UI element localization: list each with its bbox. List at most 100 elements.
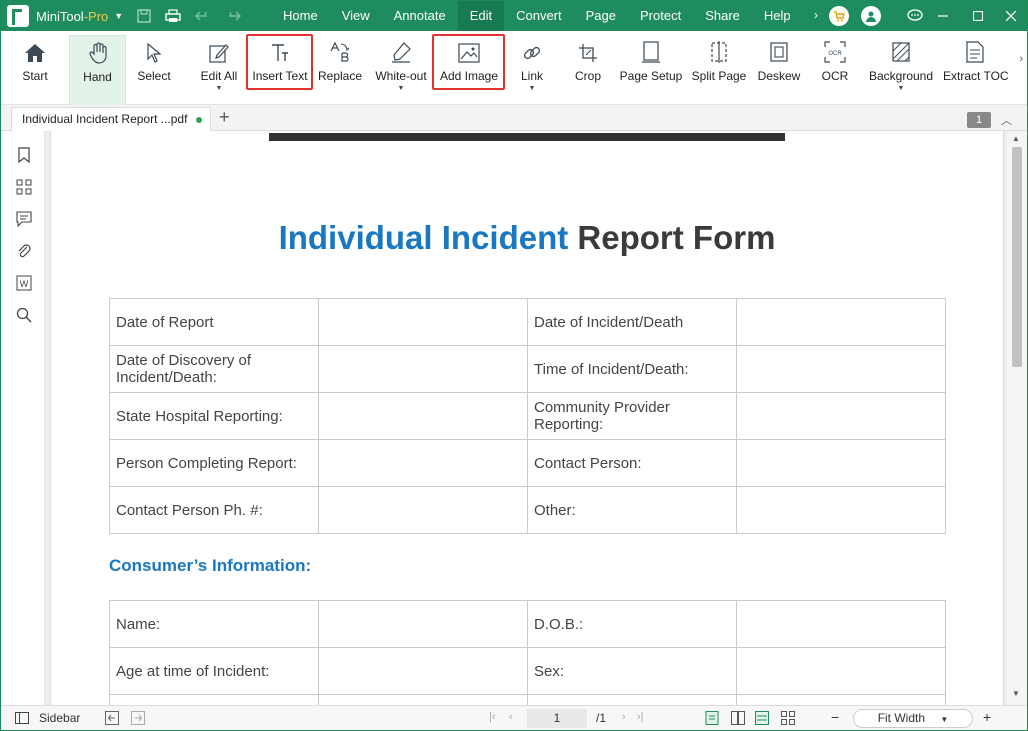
menu-help[interactable]: Help bbox=[752, 1, 790, 31]
print-icon[interactable] bbox=[165, 9, 181, 23]
menu-convert[interactable]: Convert bbox=[504, 1, 574, 31]
cart-icon[interactable] bbox=[829, 6, 849, 26]
link-button[interactable]: Link ▼ bbox=[515, 37, 549, 97]
white-out-label: White-out bbox=[375, 69, 427, 83]
table-cell[interactable] bbox=[318, 392, 528, 440]
table-cell[interactable] bbox=[736, 345, 946, 393]
crop-button[interactable]: Crop bbox=[571, 37, 605, 97]
table-cell[interactable] bbox=[318, 345, 528, 393]
title-blue-part: Individual Incident bbox=[278, 219, 569, 256]
search-icon[interactable] bbox=[14, 305, 34, 325]
main-menu: Home View Annotate Edit Convert Page Pro… bbox=[271, 1, 790, 31]
white-out-button[interactable]: White-out ▼ bbox=[372, 37, 430, 97]
close-icon[interactable] bbox=[993, 1, 1027, 31]
scrollbar-thumb[interactable] bbox=[1012, 147, 1022, 367]
menu-share[interactable]: Share bbox=[693, 1, 752, 31]
menu-protect[interactable]: Protect bbox=[628, 1, 693, 31]
link-label: Link bbox=[520, 69, 543, 83]
table-cell: Person Completing Report: bbox=[109, 439, 319, 487]
scroll-down-arrow-icon[interactable]: ▼ bbox=[1012, 689, 1020, 698]
replace-button[interactable]: Replace bbox=[317, 37, 363, 97]
table-cell[interactable] bbox=[736, 600, 946, 648]
table-cell[interactable] bbox=[736, 392, 946, 440]
back-icon[interactable] bbox=[105, 711, 119, 728]
split-page-button[interactable]: Split Page bbox=[690, 37, 748, 97]
background-button[interactable]: Background ▼ bbox=[867, 37, 935, 97]
table-cell[interactable] bbox=[318, 439, 528, 487]
menu-more-chevron-icon[interactable]: › bbox=[809, 8, 823, 24]
start-button[interactable]: Start bbox=[15, 37, 55, 97]
redo-icon[interactable] bbox=[225, 10, 242, 22]
edit-all-button[interactable]: Edit All ▼ bbox=[198, 37, 240, 97]
total-pages: /1 bbox=[596, 711, 607, 725]
zoom-in-icon[interactable]: + bbox=[983, 709, 991, 725]
edit-all-label: Edit All bbox=[200, 69, 238, 83]
zoom-out-icon[interactable]: − bbox=[831, 709, 839, 725]
last-page-icon[interactable]: ›| bbox=[637, 711, 644, 723]
page-setup-button[interactable]: Page Setup bbox=[619, 37, 683, 97]
white-out-dropdown-icon[interactable]: ▼ bbox=[372, 85, 430, 92]
table-cell[interactable] bbox=[318, 694, 528, 705]
table-cell: Community Provider Reporting: bbox=[527, 392, 737, 440]
hand-button[interactable]: Hand bbox=[69, 35, 126, 107]
menu-annotate[interactable]: Annotate bbox=[382, 1, 458, 31]
bookmark-icon[interactable] bbox=[14, 145, 34, 165]
save-icon[interactable] bbox=[137, 9, 151, 23]
sidebar-toggle-icon[interactable] bbox=[15, 712, 29, 727]
single-page-view-icon[interactable] bbox=[705, 711, 719, 728]
maximize-icon[interactable] bbox=[960, 1, 996, 31]
ribbon-scroll-right-icon[interactable]: › bbox=[1019, 53, 1023, 65]
scroll-up-arrow-icon[interactable]: ▲ bbox=[1012, 134, 1020, 143]
minimize-icon[interactable] bbox=[925, 1, 961, 31]
extract-toc-button[interactable]: Extract TOC bbox=[943, 37, 1009, 97]
forward-icon[interactable] bbox=[131, 711, 145, 728]
grid-view-icon[interactable] bbox=[781, 711, 795, 728]
report-info-table: Date of Report Date of Incident/Death Dat… bbox=[109, 298, 946, 534]
table-cell: Name: bbox=[109, 600, 319, 648]
next-page-icon[interactable]: › bbox=[622, 711, 626, 723]
collapse-chevron-up-icon[interactable]: ︿ bbox=[1001, 112, 1012, 128]
table-cell[interactable] bbox=[318, 486, 528, 534]
table-cell[interactable] bbox=[736, 694, 946, 705]
home-icon bbox=[25, 44, 45, 62]
table-cell bbox=[109, 694, 319, 705]
new-tab-plus-icon[interactable]: + bbox=[219, 107, 230, 128]
menu-home[interactable]: Home bbox=[271, 1, 330, 31]
table-cell[interactable] bbox=[736, 298, 946, 346]
link-dropdown-icon[interactable]: ▼ bbox=[515, 85, 549, 92]
zoom-select[interactable]: Fit Width ▼ bbox=[853, 709, 973, 728]
undo-icon[interactable] bbox=[195, 10, 211, 22]
menu-view[interactable]: View bbox=[330, 1, 382, 31]
document-tab[interactable]: Individual Incident Report ...pdf bbox=[11, 107, 211, 131]
comment-icon[interactable] bbox=[14, 209, 34, 229]
table-cell[interactable] bbox=[318, 600, 528, 648]
document-viewport[interactable]: Individual Incident Report Form Date of … bbox=[45, 131, 1007, 705]
table-cell[interactable] bbox=[736, 439, 946, 487]
page-number-input[interactable]: 1 bbox=[527, 709, 587, 728]
app-menu-chevron-icon[interactable]: ▼ bbox=[114, 11, 123, 21]
word-export-icon[interactable]: W bbox=[14, 273, 34, 293]
select-button[interactable]: Select bbox=[135, 37, 173, 97]
menu-page[interactable]: Page bbox=[574, 1, 628, 31]
edit-all-dropdown-icon[interactable]: ▼ bbox=[198, 85, 240, 92]
menu-edit[interactable]: Edit bbox=[457, 1, 505, 31]
table-cell[interactable] bbox=[736, 486, 946, 534]
prev-page-icon[interactable]: ‹ bbox=[509, 711, 513, 723]
sidebar-label[interactable]: Sidebar bbox=[39, 711, 80, 725]
table-cell[interactable] bbox=[736, 647, 946, 695]
thumbnails-icon[interactable] bbox=[14, 177, 34, 197]
two-page-view-icon[interactable] bbox=[731, 711, 745, 728]
pdf-page: Individual Incident Report Form Date of … bbox=[51, 131, 1003, 705]
user-avatar-icon[interactable] bbox=[861, 6, 881, 26]
table-cell: D.O.B.: bbox=[527, 600, 737, 648]
vertical-scrollbar[interactable]: ▲ ▼ bbox=[1007, 131, 1027, 705]
ocr-button[interactable]: OCR OCR bbox=[819, 37, 851, 97]
first-page-icon[interactable]: |‹ bbox=[489, 711, 496, 723]
background-dropdown-icon[interactable]: ▼ bbox=[867, 85, 935, 92]
scroll-view-icon[interactable] bbox=[755, 711, 769, 728]
deskew-button[interactable]: Deskew bbox=[756, 37, 802, 97]
attachment-icon[interactable] bbox=[14, 241, 34, 261]
table-cell[interactable] bbox=[318, 647, 528, 695]
table-row: Age at time of Incident: Sex: bbox=[109, 647, 946, 695]
table-cell[interactable] bbox=[318, 298, 528, 346]
